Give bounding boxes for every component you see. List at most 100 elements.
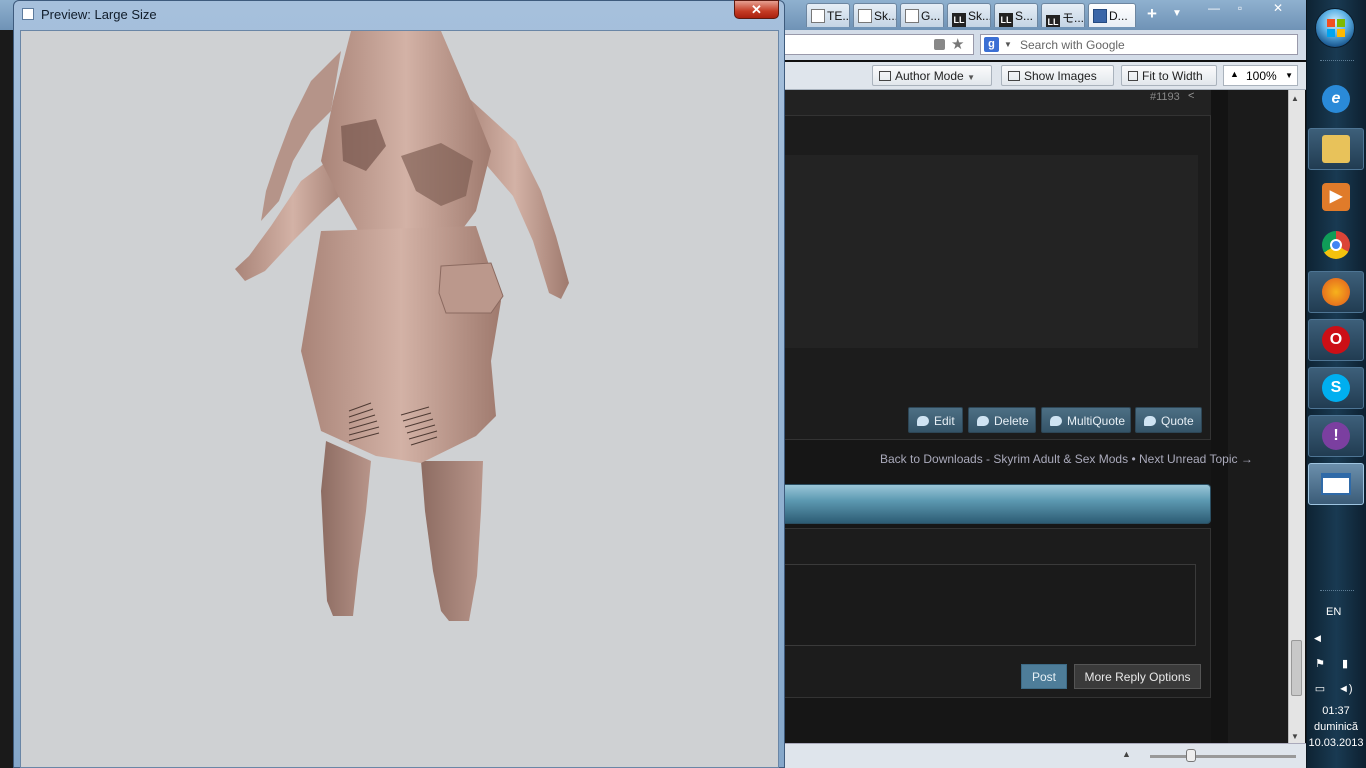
window-icon[interactable] xyxy=(1308,463,1364,505)
clock-day: duminică xyxy=(1313,721,1359,733)
share-icon[interactable]: < xyxy=(1188,90,1194,102)
ll-icon: LL xyxy=(999,13,1013,27)
google-icon[interactable]: g xyxy=(984,37,999,52)
fit-to-width-label: Fit to Width xyxy=(1142,69,1203,83)
more-reply-options-button[interactable]: More Reply Options xyxy=(1074,664,1201,689)
image-icon xyxy=(1008,71,1020,81)
post-header xyxy=(784,90,1211,116)
edit-label: Edit xyxy=(934,414,955,428)
language-indicator[interactable]: EN xyxy=(1326,606,1341,618)
tab-label: G... xyxy=(921,9,941,23)
edit-button[interactable]: Edit xyxy=(908,407,963,433)
skype-icon[interactable]: S xyxy=(1308,367,1364,409)
chrome-icon[interactable] xyxy=(1308,224,1364,266)
tab-s[interactable]: LL S... xyxy=(994,3,1038,27)
internet-explorer-icon[interactable]: e xyxy=(1308,78,1364,120)
close-button[interactable]: ✕ xyxy=(1264,0,1292,18)
arrow-right-icon: → xyxy=(1240,452,1253,466)
tab-d-active[interactable]: D... xyxy=(1088,3,1136,27)
next-unread-topic-link[interactable]: Next Unread Topic xyxy=(1139,452,1238,466)
back-to-downloads-link[interactable]: Back to Downloads - Skyrim Adult & Sex M… xyxy=(880,452,1128,466)
firefox-glyph xyxy=(1322,278,1350,306)
media-player-icon[interactable]: ▶ xyxy=(1308,176,1364,218)
search-engine-dropdown-icon[interactable]: ▼ xyxy=(1004,40,1012,49)
3d-model-render xyxy=(235,31,569,621)
show-hidden-icons-icon[interactable]: ◀ xyxy=(1314,633,1321,644)
tab-label: S... xyxy=(1015,9,1034,23)
clock-date: 10.03.2013 xyxy=(1308,737,1364,749)
tab-list-button[interactable]: ▼ xyxy=(1172,8,1182,19)
preview-window-title: Preview: Large Size xyxy=(41,7,157,22)
reply-textarea[interactable] xyxy=(784,564,1196,646)
address-bar[interactable] xyxy=(784,34,974,55)
show-images-label: Show Images xyxy=(1024,69,1097,83)
ie-glyph: e xyxy=(1322,85,1350,113)
edit-icon xyxy=(917,416,929,426)
model-left-leg xyxy=(321,441,371,616)
topic-navigation: Back to Downloads - Skyrim Adult & Sex M… xyxy=(880,452,1253,466)
opera-glyph: O xyxy=(1322,326,1350,354)
tab-sk-1[interactable]: Sk... xyxy=(853,3,897,27)
window-glyph xyxy=(1321,473,1351,495)
network-icon[interactable]: ▭ xyxy=(1313,683,1327,695)
tab-g[interactable]: G... xyxy=(900,3,944,27)
delete-icon xyxy=(977,416,989,426)
preview-close-button[interactable]: ✕ xyxy=(734,0,779,19)
tab-sk-2[interactable]: LL Sk... xyxy=(947,3,991,27)
tab-label: Sk... xyxy=(874,9,897,23)
scroll-down-icon[interactable]: ▼ xyxy=(1291,732,1299,741)
zoom-up-icon: ▲ xyxy=(1230,69,1239,79)
chrome-glyph xyxy=(1322,231,1350,259)
new-tab-button[interactable]: + xyxy=(1142,5,1162,25)
tab-label: TE... xyxy=(827,9,850,23)
opera-icon[interactable]: O xyxy=(1308,319,1364,361)
page-sidebar-column xyxy=(1228,90,1288,743)
tab-label: Sk... xyxy=(968,9,991,23)
model-skirt xyxy=(301,226,501,463)
zoom-slider[interactable] xyxy=(1150,755,1296,758)
post-button[interactable]: Post xyxy=(1021,664,1067,689)
download-icon xyxy=(1093,9,1107,23)
volume-icon[interactable]: ◄) xyxy=(1338,683,1353,695)
author-mode-button[interactable]: Author Mode ▼ xyxy=(872,65,992,86)
page-icon xyxy=(811,9,825,23)
multiquote-label: MultiQuote xyxy=(1067,414,1126,428)
ll-icon: LL xyxy=(1046,15,1060,27)
firefox-icon[interactable] xyxy=(1308,271,1364,313)
start-button[interactable] xyxy=(1315,8,1355,48)
search-input[interactable]: Search with Google xyxy=(980,34,1298,55)
multiquote-button[interactable]: MultiQuote xyxy=(1041,407,1131,433)
post-number[interactable]: #1193 xyxy=(1150,91,1180,103)
author-mode-label: Author Mode xyxy=(895,69,964,83)
background-window-edge xyxy=(0,0,13,768)
taskbar-grip xyxy=(1320,60,1354,62)
action-center-flag-icon[interactable]: ⚑ xyxy=(1313,658,1327,670)
system-clock[interactable]: 01:37 duminică 10.03.2013 xyxy=(1306,703,1366,751)
quote-label: Quote xyxy=(1161,414,1194,428)
yahoo-messenger-icon[interactable]: ! xyxy=(1308,415,1364,457)
quote-button[interactable]: Quote xyxy=(1135,407,1202,433)
author-mode-icon xyxy=(879,71,891,81)
rss-icon[interactable] xyxy=(934,39,945,50)
fit-to-width-button[interactable]: Fit to Width xyxy=(1121,65,1217,86)
multiquote-icon xyxy=(1050,416,1062,426)
power-icon[interactable]: ▮ xyxy=(1338,658,1352,670)
zoom-slider-knob[interactable] xyxy=(1186,749,1196,762)
scrollbar-thumb[interactable] xyxy=(1291,640,1302,696)
scroll-up-icon[interactable]: ▲ xyxy=(1291,94,1299,103)
window-icon xyxy=(22,8,34,20)
zoom-up-icon[interactable]: ▲ xyxy=(1122,749,1131,759)
tab-jp[interactable]: LL モ... xyxy=(1041,3,1085,27)
yahoo-glyph: ! xyxy=(1322,422,1350,450)
show-images-button[interactable]: Show Images xyxy=(1001,65,1114,86)
bookmark-star-icon[interactable]: ★ xyxy=(951,35,964,53)
delete-button[interactable]: Delete xyxy=(968,407,1036,433)
zoom-select[interactable]: ▲ 100% ▼ xyxy=(1223,65,1298,86)
delete-label: Delete xyxy=(994,414,1029,428)
tab-te[interactable]: TE... xyxy=(806,3,850,27)
file-explorer-icon[interactable] xyxy=(1308,128,1364,170)
maximize-button[interactable]: ▫ xyxy=(1226,0,1254,18)
minimize-button[interactable]: — xyxy=(1200,0,1228,18)
separator: • xyxy=(1128,452,1139,466)
windows-logo-icon xyxy=(1327,19,1345,37)
